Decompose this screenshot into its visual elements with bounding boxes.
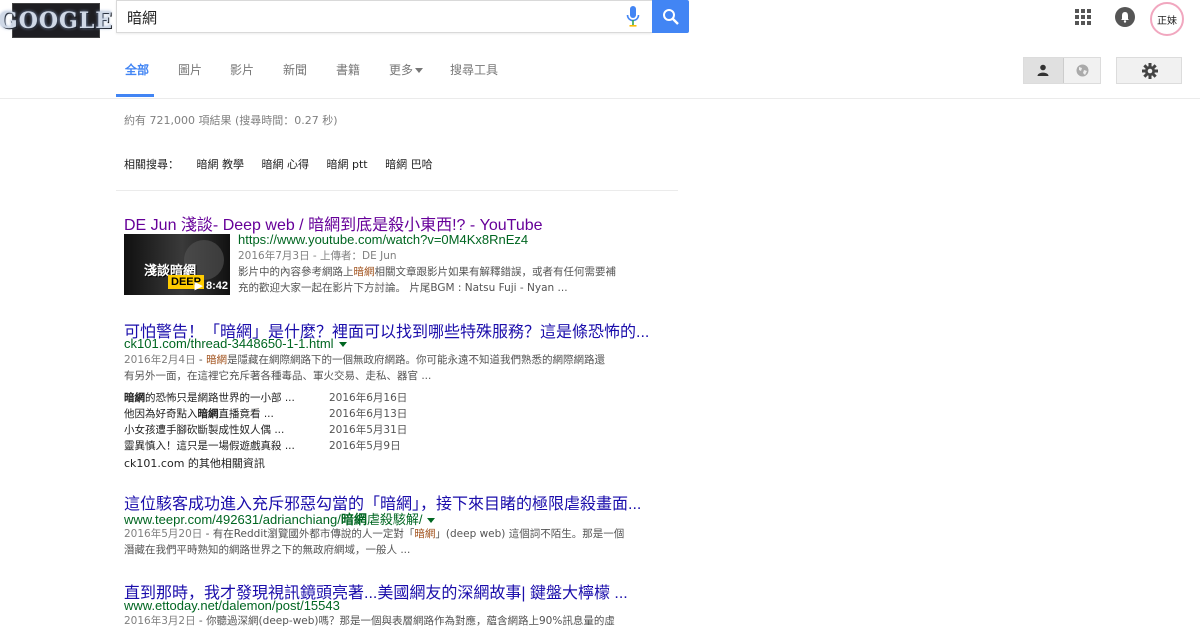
tab-search-tools[interactable]: 搜尋工具 [450,61,498,78]
related-item[interactable]: 暗網 教學 [197,158,245,171]
link-text: 他因為好奇點入 [124,408,198,420]
related-item[interactable]: 暗網 ptt [327,158,368,171]
result-snippet: 2016年7月3日 - 上傳者：DE Jun 影片中的內容參考網路上暗網相關文章… [238,248,678,296]
snippet-text: 」(deep web) 這個詞不陌生。那是一個 [435,528,625,540]
result-meta: 2016年7月3日 - 上傳者：DE Jun [238,250,397,262]
tab-videos[interactable]: 影片 [230,61,254,78]
play-icon: ▶ [194,280,203,292]
sub-result-link[interactable]: 小女孩遭手腳砍斷製成性奴人偶 ... [124,422,284,437]
link-highlight: 暗網 [124,392,145,404]
search-icon [662,8,679,25]
result-url: www.ettoday.net/dalemon/post/15543 [124,598,340,613]
result-date: 2016年2月4日 [124,354,196,366]
active-tab-indicator [116,94,154,97]
url-highlight: 暗網 [340,512,367,527]
tab-more[interactable]: 更多 [389,61,424,78]
tab-books[interactable]: 書籍 [336,61,360,78]
google-logo[interactable]: GOOGLE [0,3,112,38]
url-text: 虐殺駭解/ [366,512,423,527]
snippet-highlight: 暗網 [353,266,375,278]
snippet-text: 有另外一面，在這裡它充斥著各種毒品、軍火交易、走私、器官 ... [124,370,432,382]
avatar[interactable]: 正妹 [1150,2,1184,36]
related-item[interactable]: 暗網 心得 [262,158,310,171]
link-text: 直播竟看 ... [218,408,274,420]
global-results-button[interactable] [1064,58,1101,83]
tab-more-label: 更多 [389,63,414,77]
video-duration: ▶ 8:42 [194,279,228,292]
related-searches: 相關搜尋： 暗網 教學 暗網 心得 暗網 ptt 暗網 巴哈 [124,156,433,172]
apps-icon[interactable] [1075,9,1091,25]
sub-result-link[interactable]: 他因為好奇點入暗網直播竟看 ... [124,406,274,421]
snippet-text: 有在Reddit瀏覽國外都市傳說的人一定對「 [212,528,415,540]
result-stats: 約有 721,000 項結果 (搜尋時間：0.27 秒) [124,114,338,127]
snippet-highlight: 暗網 [414,528,436,540]
notifications-icon[interactable] [1115,7,1135,27]
result-snippet: 2016年3月2日 - 你聽過深網(deep-web)嗎？那是一個與表層網路作為… [124,615,615,627]
search-button[interactable] [652,0,689,33]
result-url: ck101.com/thread-3448650-1-1.html [124,336,347,351]
snippet-text: 你聽過深網(deep-web)嗎？那是一個與表層網路作為對應，蘊含網路上90%訊… [206,615,615,627]
header: GOOGLE 正妹 全部 圖片 影片 新聞 書籍 更多 [0,0,1200,99]
url-dropdown-icon[interactable] [338,342,347,348]
result-snippet: 2016年2月4日 - 暗網是隱藏在網際網路下的一個無政府網路。你可能永遠不知道… [124,352,684,384]
result-date: 2016年5月20日 [124,528,203,540]
sub-result-link[interactable]: 暗網的恐怖只是網路世界的一小部 ... [124,390,295,405]
divider [116,190,678,191]
link-highlight: 暗網 [197,408,219,420]
related-label: 相關搜尋： [124,158,179,171]
tab-all[interactable]: 全部 [125,61,149,78]
chevron-down-icon [415,68,424,73]
url-dropdown-icon[interactable] [427,518,436,524]
person-icon [1037,64,1049,76]
video-thumbnail[interactable]: 淺談暗網 DEEP ▶ 8:42 [124,234,230,295]
sub-result-date: 2016年6月13日 [329,408,408,420]
more-results-link[interactable]: ck101.com 的其他相關資訊 [124,455,265,471]
safe-search-toggle [1023,57,1101,84]
url-text: www.teepr.com/492631/adrianchiang/ [124,512,341,527]
snippet-text: 充的歡迎大家一起在影片下方討論。 片尾BGM : Natsu Fuji - Ny… [238,282,568,294]
snippet-highlight: 暗網 [206,354,228,366]
snippet-text: 是隱藏在網際網路下的一個無政府網路。你可能永遠不知道我們熟悉的網際網路還 [227,354,606,366]
url-text: ck101.com/thread-3448650-1-1.html [124,336,334,351]
mic-icon[interactable] [626,6,640,28]
result-snippet: 2016年5月20日 - 有在Reddit瀏覽國外都市傳說的人一定對「暗網」(d… [124,526,684,558]
sub-result-date: 2016年5月31日 [329,424,408,436]
sub-result-date: 2016年6月16日 [329,392,408,404]
settings-button[interactable] [1116,57,1182,84]
snippet-text: 相關文章跟影片如果有解釋錯誤，或者有任何需要補 [374,266,617,278]
personal-results-button[interactable] [1024,58,1064,83]
search-box[interactable] [116,0,652,34]
tab-images[interactable]: 圖片 [178,61,202,78]
sub-result-date: 2016年5月9日 [329,440,401,452]
result-url: https://www.youtube.com/watch?v=0M4Kx8Rn… [238,232,529,247]
snippet-text: 影片中的內容參考網路上 [238,266,354,278]
link-text: 的恐怖只是網路世界的一小部 ... [145,392,295,404]
search-input[interactable] [125,1,609,34]
globe-icon [1076,64,1089,77]
result-date: 2016年3月2日 [124,615,196,627]
duration-label: 8:42 [205,280,228,292]
snippet-text: 潛藏在我們平時熟知的網路世界之下的無政府網域，一般人 ... [124,544,411,556]
related-item[interactable]: 暗網 巴哈 [385,158,433,171]
bell-icon [1121,12,1129,23]
sub-result-link[interactable]: 靈異慎入！這只是一場假遊戲真殺 ... [124,438,295,453]
gear-icon [1142,63,1158,79]
tab-news[interactable]: 新聞 [283,61,307,78]
